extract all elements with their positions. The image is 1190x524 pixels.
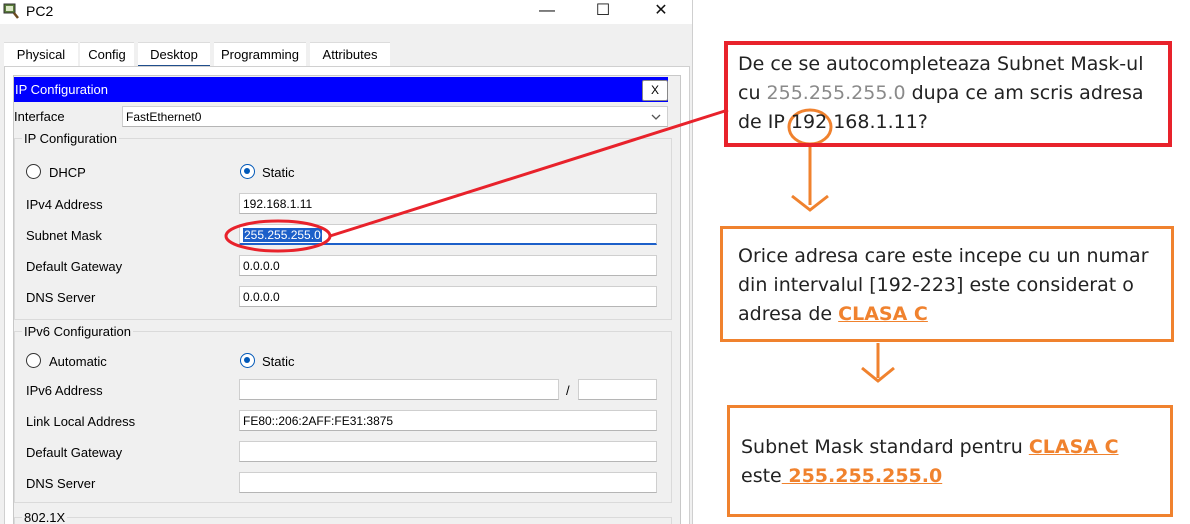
question-line-2a: cu xyxy=(738,82,767,104)
conclusion-text: Subnet Mask standard pentru CLASA C este… xyxy=(741,433,1119,491)
question-line-1: De ce se autocompleteaza Subnet Mask-ul xyxy=(738,53,1144,75)
answer-line-2: din intervalul [192-223] este considerat… xyxy=(738,274,1134,296)
question-line-3c: 168.1.11? xyxy=(827,111,928,133)
conclusion-line-2a: este xyxy=(741,465,782,487)
question-mask-value: 255.255.255.0 xyxy=(766,82,906,104)
subnet-highlight-ellipse xyxy=(224,219,332,253)
arrow-down-icon-2 xyxy=(861,343,895,383)
question-line-2c: dupa ce am scris adresa xyxy=(905,82,1144,104)
red-connector-line xyxy=(329,108,729,238)
answer-line-1: Orice adresa care este incepe cu un numa… xyxy=(738,245,1149,267)
conclusion-mask-value: 255.255.255.0 xyxy=(781,465,943,487)
answer-text: Orice adresa care este incepe cu un numa… xyxy=(738,242,1149,329)
question-line-3a: de IP xyxy=(738,111,791,133)
arrow-down-icon xyxy=(791,144,829,212)
question-text: De ce se autocompleteaza Subnet Mask-ul … xyxy=(738,50,1144,137)
question-first-octet: 192 xyxy=(790,111,828,133)
answer-class-c: CLASA C xyxy=(838,303,928,325)
conclusion-class-c: CLASA C xyxy=(1028,436,1119,458)
answer-line-3a: adresa de xyxy=(738,303,839,325)
conclusion-line-1a: Subnet Mask standard pentru xyxy=(741,436,1029,458)
